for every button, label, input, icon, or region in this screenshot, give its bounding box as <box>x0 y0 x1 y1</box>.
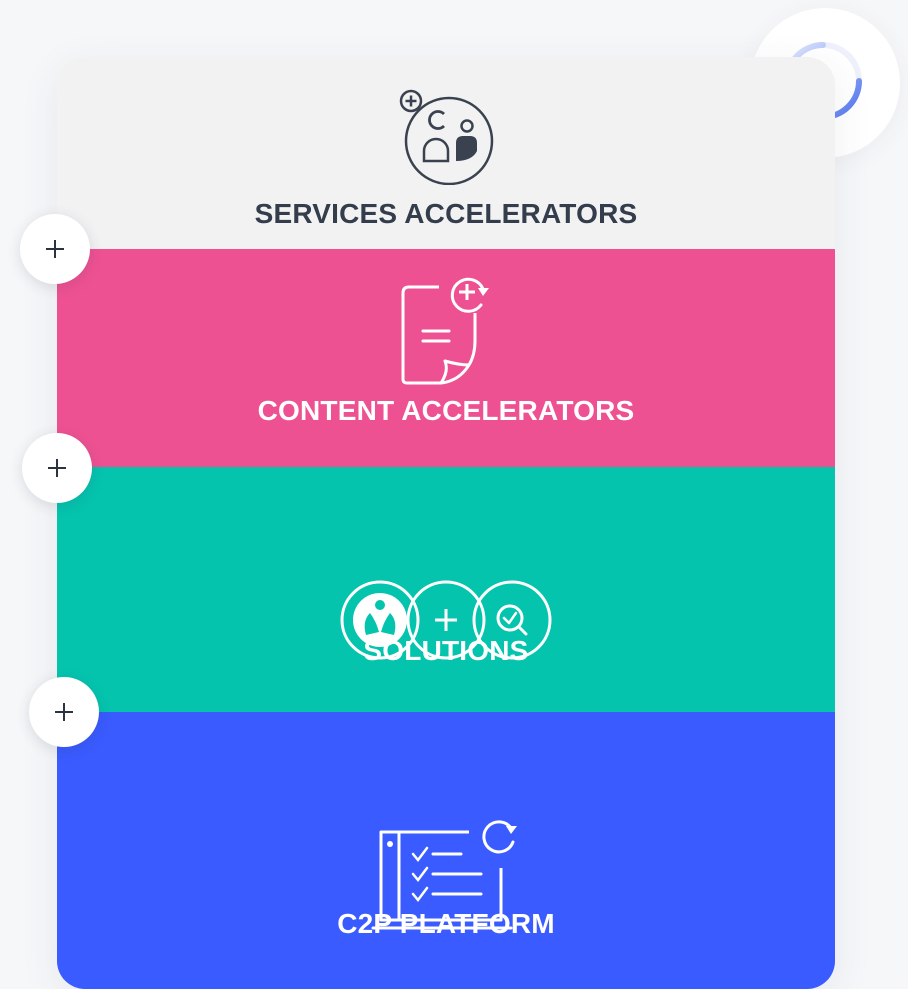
expand-button-content[interactable] <box>20 214 90 284</box>
plus-icon <box>46 240 64 258</box>
plus-icon <box>55 703 73 721</box>
section-content-accelerators[interactable]: CONTENT ACCELERATORS <box>57 249 835 467</box>
expand-button-solutions[interactable] <box>22 433 92 503</box>
section-label: C2P PLATFORM <box>337 908 555 939</box>
expand-button-platform[interactable] <box>29 677 99 747</box>
section-services-accelerators[interactable]: SERVICES ACCELERATORS <box>57 57 835 249</box>
accelerators-card: SERVICES ACCELERATORS CONTENT ACCELERATO… <box>57 57 835 989</box>
section-label: SERVICES ACCELERATORS <box>254 198 638 229</box>
services-people-icon <box>399 89 494 185</box>
section-label: SOLUTIONS <box>363 635 529 666</box>
section-solutions[interactable]: SOLUTIONS <box>57 467 835 712</box>
document-add-icon <box>401 277 489 385</box>
section-c2p-platform[interactable]: C2P PLATFORM <box>57 712 835 989</box>
plus-icon <box>48 459 66 477</box>
section-label: CONTENT ACCELERATORS <box>257 395 635 426</box>
